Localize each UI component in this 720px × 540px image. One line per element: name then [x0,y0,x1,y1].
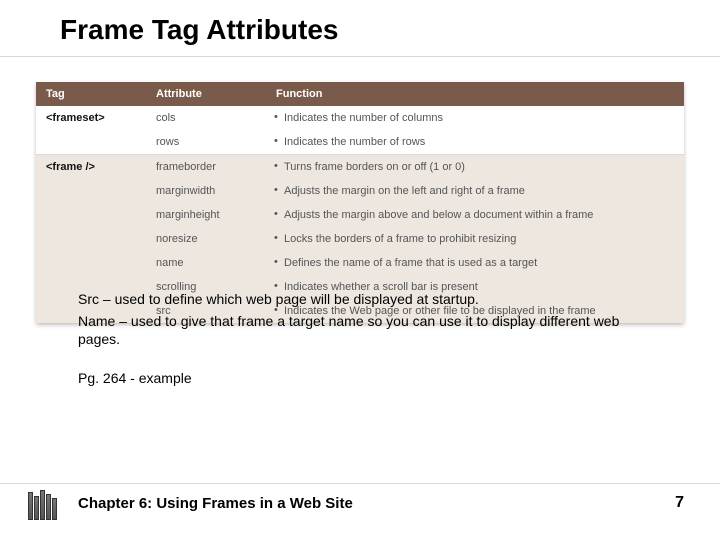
attribute-cell: name [146,251,266,275]
table-row: <frame /> frameborder Turns frame border… [36,155,684,180]
attribute-cell: marginwidth [146,179,266,203]
col-function: Function [266,82,684,106]
function-cell: Adjusts the margin above and below a doc… [266,203,684,227]
attribute-cell: marginheight [146,203,266,227]
table-row: marginheight Adjusts the margin above an… [36,203,684,227]
title-divider [0,56,720,57]
function-cell: Turns frame borders on or off (1 or 0) [266,155,684,180]
series-logo-icon [28,488,70,520]
attribute-cell: cols [146,106,266,130]
tag-cell [36,227,146,251]
note-name: Name – used to give that frame a target … [78,312,658,348]
attribute-cell: noresize [146,227,266,251]
attribute-cell: frameborder [146,155,266,180]
table-row: rows Indicates the number of rows [36,130,684,155]
tag-cell: <frame /> [36,155,146,180]
note-src: Src – used to define which web page will… [78,290,658,308]
table-row: marginwidth Adjusts the margin on the le… [36,179,684,203]
footer-divider [0,483,720,484]
tag-cell: <frameset> [36,106,146,130]
function-cell: Defines the name of a frame that is used… [266,251,684,275]
notes-block: Src – used to define which web page will… [78,290,658,353]
slide: Frame Tag Attributes Tag Attribute Funct… [0,0,720,540]
function-cell: Indicates the number of rows [266,130,684,155]
attribute-cell: rows [146,130,266,155]
col-tag: Tag [36,82,146,106]
table-row: <frameset> cols Indicates the number of … [36,106,684,130]
table-row: noresize Locks the borders of a frame to… [36,227,684,251]
function-cell: Adjusts the margin on the left and right… [266,179,684,203]
col-attribute: Attribute [146,82,266,106]
tag-cell [36,130,146,155]
function-cell: Locks the borders of a frame to prohibit… [266,227,684,251]
tag-cell [36,251,146,275]
page-reference: Pg. 264 - example [78,370,192,386]
table-header-row: Tag Attribute Function [36,82,684,106]
table-row: name Defines the name of a frame that is… [36,251,684,275]
attributes-table: Tag Attribute Function <frameset> cols I… [36,82,684,323]
page-number: 7 [675,494,684,512]
function-cell: Indicates the number of columns [266,106,684,130]
tag-cell [36,179,146,203]
slide-title: Frame Tag Attributes [60,14,338,46]
chapter-title: Chapter 6: Using Frames in a Web Site [78,495,353,512]
tag-cell [36,203,146,227]
